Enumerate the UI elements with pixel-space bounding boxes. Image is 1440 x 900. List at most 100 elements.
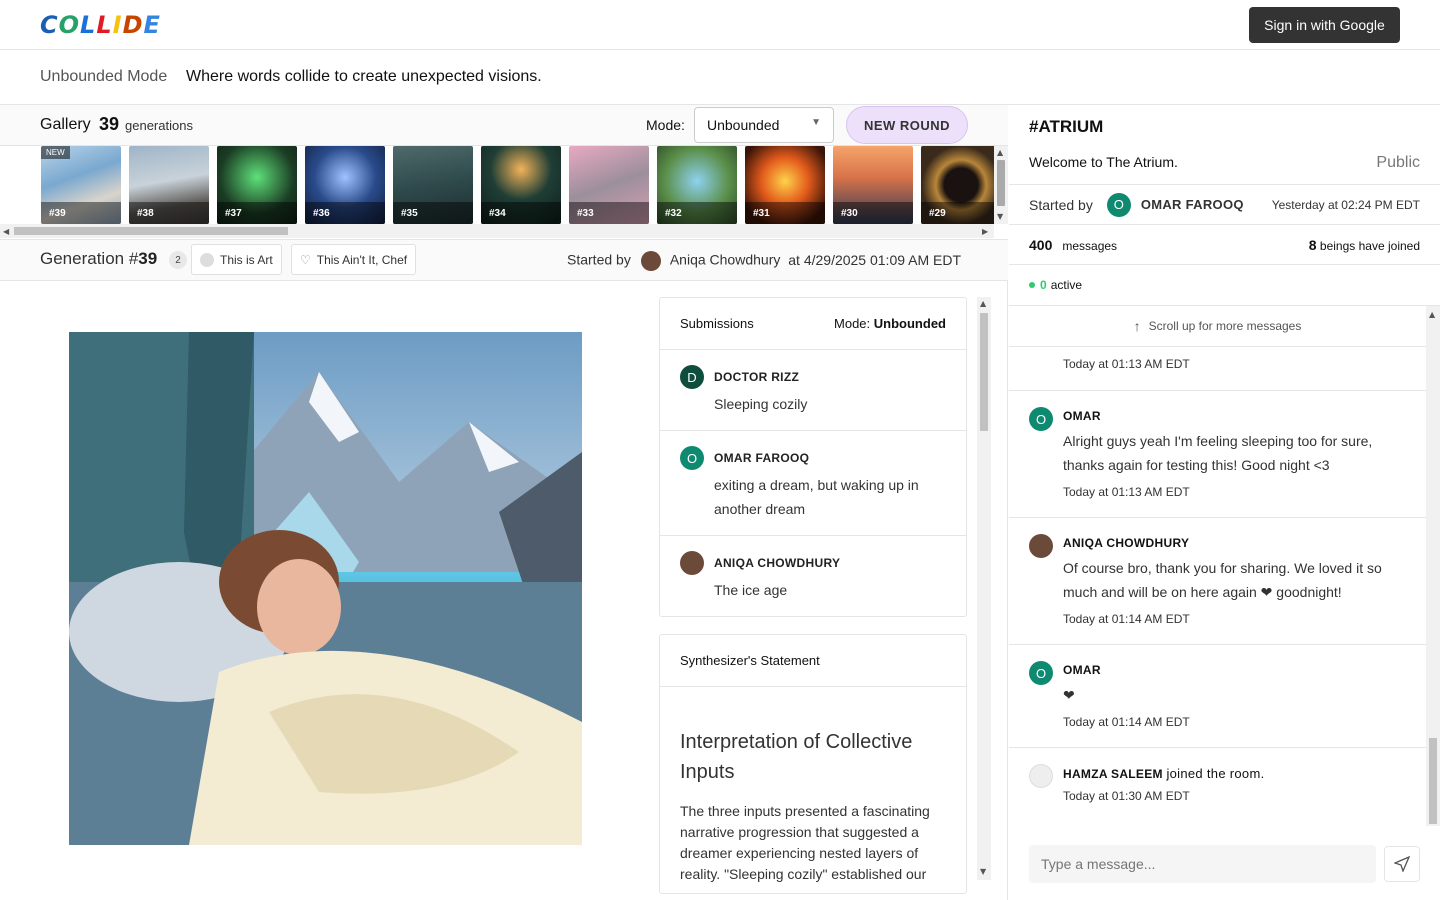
scrollbar-thumb[interactable] [980, 313, 988, 431]
gallery-header: Gallery 39 generations Mode: Unbounded ▼… [0, 105, 1008, 146]
chat-bubble-icon [1029, 764, 1053, 788]
palette-icon [200, 252, 214, 267]
generation-title: Generation #39 [40, 249, 158, 268]
content-scrollbar[interactable]: ▲ ▼ [977, 297, 991, 880]
chevron-down-icon: ▼ [811, 117, 821, 128]
thumbs-down-icon: ♡ [300, 252, 311, 267]
scrollbar-thumb[interactable] [14, 227, 288, 235]
tagline: Where words collide to create unexpected… [186, 68, 542, 85]
gallery-title: Gallery [40, 116, 91, 133]
generation-timestamp: at 4/29/2025 01:09 AM EDT [788, 251, 962, 268]
join-notice: HAMZA SALEEM joined the room. Today at 0… [1009, 748, 1426, 826]
mode-select-label: Mode: [646, 117, 685, 133]
chat-message: O OMAR Alright guys yeah I'm feeling sle… [1009, 391, 1426, 518]
chat-scrollbar[interactable]: ▲ [1426, 306, 1440, 826]
submission-item: D DOCTOR RIZZ Sleeping cozily [660, 350, 966, 431]
strip-vertical-scrollbar[interactable]: ▲ ▼ [994, 146, 1008, 224]
chat-message: O OMAR ❤ Today at 01:14 AM EDT [1009, 645, 1426, 748]
send-icon [1394, 856, 1410, 872]
thumbnail[interactable]: #31 [745, 146, 825, 224]
thumbnail[interactable]: #35 [393, 146, 473, 224]
generation-count: 39 [99, 114, 120, 134]
submission-text: The ice age [714, 582, 788, 598]
arrow-up-icon: ↑ [1133, 318, 1141, 334]
scroll-down-arrow-icon[interactable]: ▼ [980, 867, 986, 876]
thumbnail-strip[interactable]: NEW #39 #38 #37 #36 #35 #34 #33 #32 #31 #… [0, 146, 1008, 240]
scrollbar-thumb[interactable] [997, 160, 1005, 206]
generation-started-by: Started by Aniqa Chowdhury at 4/29/2025 … [567, 251, 961, 271]
submissions-header: Submissions Mode: Unbounded [660, 298, 966, 350]
message-timestamp: Today at 01:13 AM EDT [1063, 357, 1190, 371]
avatar: D [680, 365, 704, 389]
submission-text: Sleeping cozily [714, 396, 808, 412]
room-starter: OMAR FAROOQ [1140, 197, 1244, 212]
avatar [640, 251, 661, 271]
scroll-up-arrow-icon[interactable]: ▲ [1429, 310, 1435, 319]
avatar: O [680, 446, 704, 470]
synth-body: The three inputs presented a fascinating… [680, 803, 930, 882]
thumbnail[interactable]: #36 [305, 146, 385, 224]
scroll-down-arrow-icon[interactable]: ▼ [997, 212, 1003, 221]
avatar: O [1106, 192, 1131, 217]
author-name: Aniqa Chowdhury [669, 251, 781, 268]
submission-item: O OMAR FAROOQ exiting a dream, but wakin… [660, 431, 966, 536]
room-started-row: Started by O OMAR FAROOQ Yesterday at 02… [1009, 185, 1440, 225]
sleeping-woman-glacier-image [69, 332, 582, 845]
scrollbar-thumb[interactable] [1429, 738, 1437, 824]
thumbnail[interactable]: #30 [833, 146, 913, 224]
active-row: 0 active [1009, 265, 1440, 306]
submissions-panel: Submissions Mode: Unbounded D DOCTOR RIZ… [659, 297, 967, 617]
room-stats-row: 400 messages 8 beings have joined [1009, 225, 1440, 265]
thumbnail[interactable]: #38 [129, 146, 209, 224]
thumbnail[interactable]: NEW #39 [41, 146, 121, 224]
chat-message: Today at 01:13 AM EDT [1009, 347, 1426, 391]
top-bar: COLLIDE Sign in with Google [0, 0, 1440, 50]
synthesizer-statement-panel: Synthesizer's Statement Interpretation o… [659, 634, 967, 894]
room-started-at: Yesterday at 02:24 PM EDT [1271, 197, 1420, 212]
room-welcome: Welcome to The Atrium. [1029, 154, 1178, 170]
mode-select-value: Unbounded [707, 117, 780, 133]
sign-in-google-button[interactable]: Sign in with Google [1249, 7, 1400, 43]
new-badge: NEW [41, 146, 70, 159]
collide-logo[interactable]: COLLIDE [40, 11, 161, 39]
submission-item: ANIQA CHOWDHURY The ice age [660, 536, 966, 616]
submission-author: DOCTOR RIZZ [714, 370, 800, 384]
mode-bar: Unbounded Mode Where words collide to cr… [0, 50, 1440, 105]
submission-author: OMAR FAROOQ [714, 451, 810, 465]
synth-heading: Interpretation of Collective Inputs [680, 731, 913, 783]
room-visibility: Public [1376, 154, 1420, 171]
room-welcome-row: Welcome to The Atrium. Public [1009, 148, 1440, 185]
scroll-up-arrow-icon[interactable]: ▲ [980, 299, 986, 308]
avatar [1029, 534, 1053, 558]
chat-messages[interactable]: ↑ Scroll up for more messages Today at 0… [1009, 306, 1426, 826]
new-round-button[interactable]: NEW ROUND [846, 106, 968, 144]
scroll-up-more-button[interactable]: ↑ Scroll up for more messages [1009, 306, 1426, 347]
generation-count-label: generations [125, 118, 193, 133]
gallery-panel: Gallery 39 generations Mode: Unbounded ▼… [0, 105, 1008, 900]
strip-horizontal-scrollbar[interactable]: ◀ ▶ [0, 224, 994, 238]
submission-author: ANIQA CHOWDHURY [714, 556, 841, 570]
message-input[interactable] [1029, 845, 1376, 883]
thumbnail[interactable]: #32 [657, 146, 737, 224]
room-name: #ATRIUM [1029, 117, 1104, 136]
avatar: O [1029, 661, 1053, 685]
avatar [680, 551, 704, 575]
message-composer [1029, 845, 1420, 883]
this-aint-it-chef-button[interactable]: ♡ This Ain't It, Chef [291, 244, 417, 275]
submission-text: exiting a dream, but waking up in anothe… [714, 477, 919, 517]
vote-count-badge: 2 [169, 251, 187, 269]
avatar: O [1029, 407, 1053, 431]
thumbnail[interactable]: #34 [481, 146, 561, 224]
thumbnail[interactable]: #29 [921, 146, 1001, 224]
this-is-art-button[interactable]: This is Art [191, 244, 282, 275]
chat-message: ANIQA CHOWDHURY Of course bro, thank you… [1009, 518, 1426, 645]
mode-select[interactable]: Unbounded ▼ [694, 107, 834, 143]
thumbnail[interactable]: #33 [569, 146, 649, 224]
scroll-left-arrow-icon[interactable]: ◀ [3, 227, 9, 236]
scroll-up-arrow-icon[interactable]: ▲ [997, 148, 1003, 157]
scroll-right-arrow-icon[interactable]: ▶ [982, 227, 988, 236]
mode-title: Unbounded Mode [40, 68, 168, 85]
send-button[interactable] [1384, 846, 1420, 882]
active-dot-icon [1029, 282, 1035, 288]
thumbnail[interactable]: #37 [217, 146, 297, 224]
